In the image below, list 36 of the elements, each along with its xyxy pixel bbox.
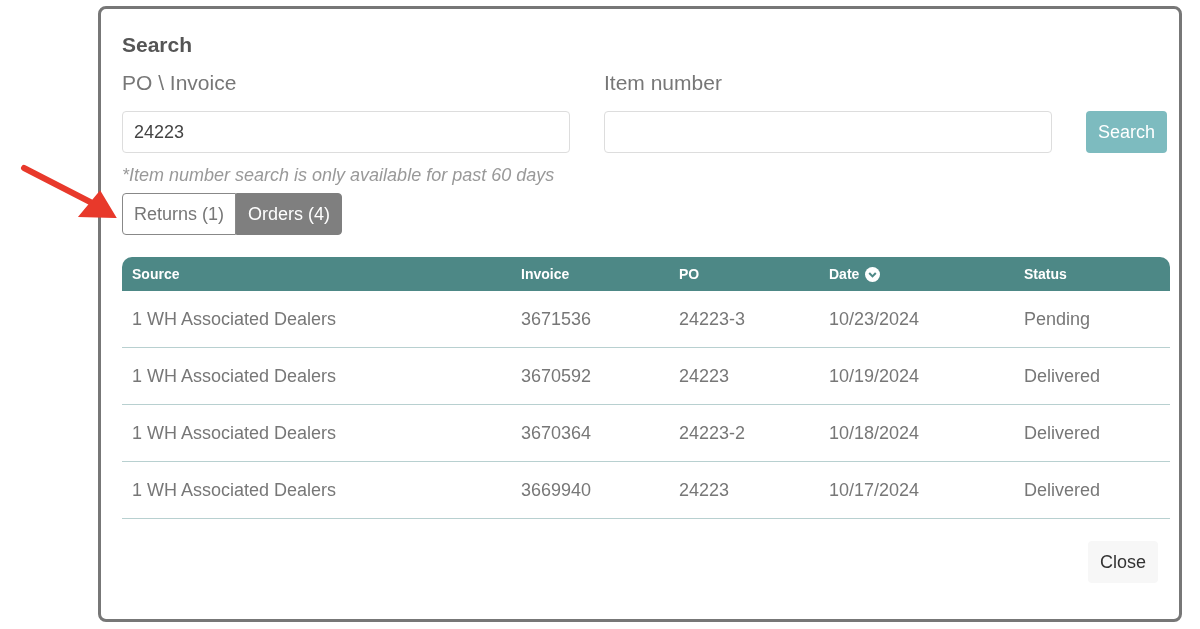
close-button[interactable]: Close [1087, 541, 1158, 583]
table-cell-text: 24223 [678, 364, 731, 388]
table-cell-text: 3669940 [520, 478, 593, 502]
table-cell-text: 24223-3 [678, 307, 747, 331]
table-cell-text: 10/17/2024 [828, 478, 921, 502]
column-header[interactable]: Status [1024, 263, 1067, 285]
column-header[interactable]: Source [132, 263, 180, 285]
column-header[interactable]: Date [829, 263, 881, 285]
search-button[interactable]: Search [1086, 111, 1168, 153]
table-cell-text: Delivered [1023, 364, 1102, 388]
input-field[interactable]: 24223 [122, 111, 570, 153]
table-cell-text: 24223-2 [678, 421, 747, 445]
table-cell-text: 3670592 [520, 364, 593, 388]
table-cell-text: 10/18/2024 [828, 421, 921, 445]
input-field[interactable] [604, 111, 1052, 153]
tab[interactable]: Orders (4) [236, 193, 343, 235]
sort-descending-icon[interactable] [865, 266, 881, 282]
table-cell-text: 3671536 [520, 307, 593, 331]
table-cell-text: 10/19/2024 [828, 364, 921, 388]
table-cell-text: 3670364 [520, 421, 593, 445]
column-header[interactable]: PO [679, 263, 700, 285]
table-cell-text: Pending [1023, 307, 1092, 331]
dialog-title: Search [122, 32, 194, 58]
table-cell-text: 1 WH Associated Dealers [131, 478, 338, 502]
table-cell-text: 1 WH Associated Dealers [131, 307, 338, 331]
table-cell-text: Delivered [1023, 478, 1102, 502]
column-header[interactable]: Invoice [521, 263, 570, 285]
table-cell-text: 1 WH Associated Dealers [131, 364, 338, 388]
table-cell-text: 10/23/2024 [828, 307, 921, 331]
table-cell-text: 24223 [678, 478, 731, 502]
table-cell-text: 1 WH Associated Dealers [131, 421, 338, 445]
field-label: Item number [604, 70, 723, 96]
field-label: PO \ Invoice [122, 70, 238, 96]
table-cell-text: Delivered [1023, 421, 1102, 445]
note-text: *Item number search is only available for past 60 days [122, 164, 556, 187]
tab[interactable]: Returns (1) [122, 193, 237, 235]
